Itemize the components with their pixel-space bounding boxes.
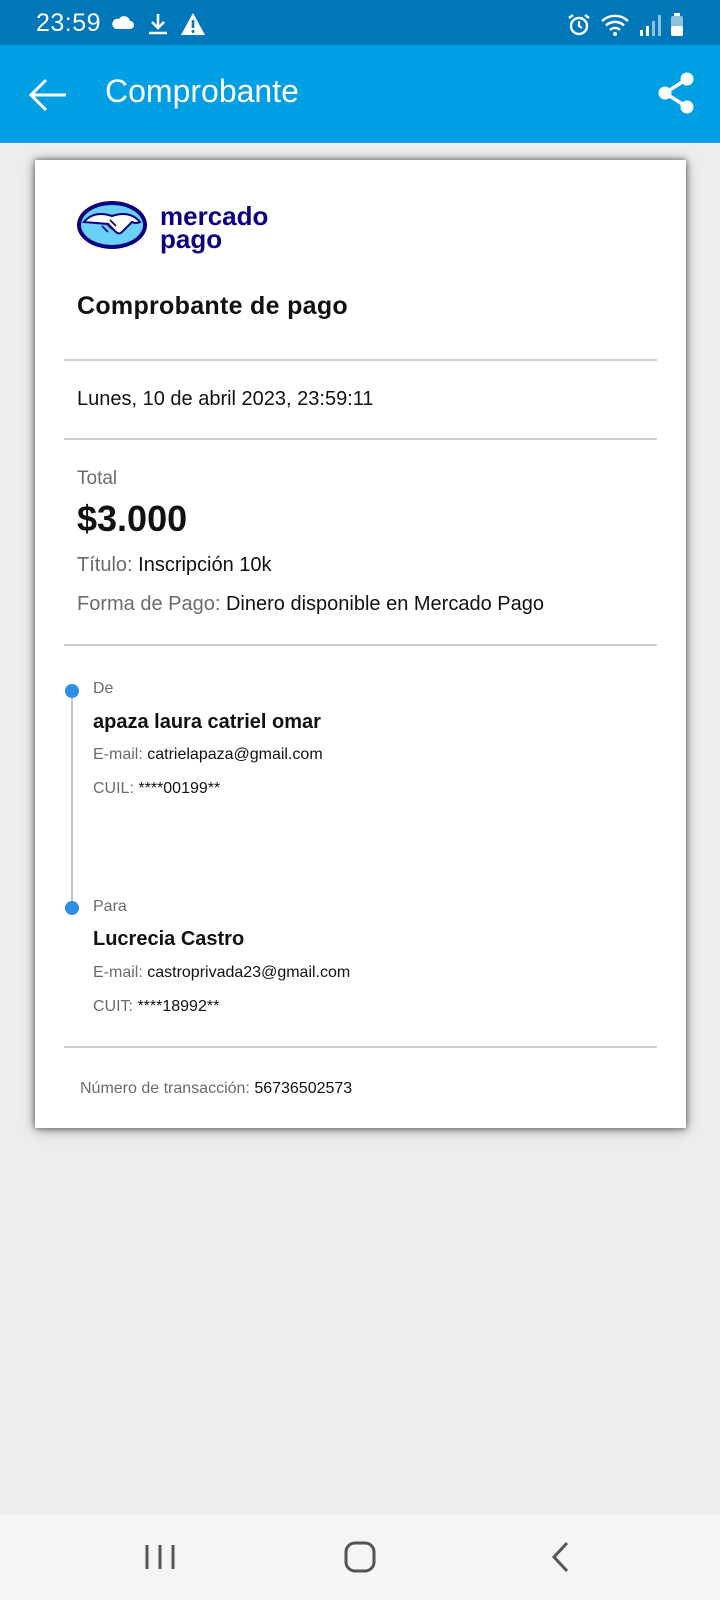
transaction-label: Número de transacción: bbox=[80, 1080, 250, 1097]
divider bbox=[64, 438, 657, 440]
status-bar: 23:59 bbox=[0, 0, 720, 45]
status-time: 23:59 bbox=[36, 9, 102, 37]
divider bbox=[64, 359, 657, 361]
payment-date: Lunes, 10 de abril 2023, 23:59:11 bbox=[77, 388, 374, 410]
alarm-icon bbox=[568, 14, 590, 36]
forma-de-pago-row: Forma de Pago: Dinero disponible en Merc… bbox=[77, 593, 544, 616]
divider bbox=[64, 644, 657, 646]
wifi-icon bbox=[601, 14, 629, 36]
recent-apps-icon[interactable] bbox=[138, 1537, 182, 1577]
from-id-row: CUIL: ****00199** bbox=[93, 780, 220, 798]
cloud-icon bbox=[112, 16, 134, 29]
titulo-label: Título: bbox=[77, 554, 133, 576]
status-left-icons bbox=[110, 12, 206, 36]
home-icon[interactable] bbox=[338, 1537, 382, 1577]
from-name: apaza laura catriel omar bbox=[93, 711, 321, 733]
forma-de-pago-value: Dinero disponible en Mercado Pago bbox=[225, 593, 544, 615]
to-id-value: ****18992** bbox=[137, 998, 220, 1015]
to-id-row: CUIT: ****18992** bbox=[93, 998, 219, 1016]
forma-de-pago-label: Forma de Pago: bbox=[77, 593, 221, 615]
download-icon bbox=[149, 14, 167, 35]
to-id-label: CUIT: bbox=[93, 998, 133, 1015]
logo-text-line2: pago bbox=[160, 224, 222, 254]
from-role: De bbox=[93, 680, 114, 697]
titulo-value: Inscripción 10k bbox=[138, 554, 272, 576]
from-email-row: E-mail: catrielapaza@gmail.com bbox=[93, 746, 323, 764]
timeline-dot-from bbox=[65, 684, 79, 698]
back-icon[interactable] bbox=[540, 1537, 584, 1577]
timeline-dot-to bbox=[65, 901, 79, 915]
system-nav-bar bbox=[0, 1515, 720, 1600]
total-label: Total bbox=[77, 468, 118, 489]
receipt-card: mercado pago Comprobante de pago Lunes, … bbox=[35, 160, 686, 1128]
to-email-row: E-mail: castroprivada23@gmail.com bbox=[93, 964, 350, 982]
mercado-pago-logo: mercado pago bbox=[77, 201, 268, 254]
app-bar: Comprobante bbox=[0, 45, 720, 143]
to-role: Para bbox=[93, 898, 127, 915]
to-email: castroprivada23@gmail.com bbox=[147, 964, 351, 981]
total-amount: $3.000 bbox=[77, 498, 188, 539]
from-email-label: E-mail: bbox=[93, 746, 143, 763]
from-id-label: CUIL: bbox=[93, 780, 134, 797]
status-right-icons bbox=[567, 13, 684, 37]
back-arrow-icon[interactable] bbox=[26, 73, 70, 117]
divider bbox=[64, 1046, 657, 1048]
from-id-value: ****00199** bbox=[138, 780, 221, 797]
transaction-row: Número de transacción: 56736502573 bbox=[80, 1080, 352, 1098]
transaction-number: 56736502573 bbox=[254, 1080, 353, 1097]
titulo-row: Título: Inscripción 10k bbox=[77, 554, 272, 577]
share-icon[interactable] bbox=[656, 71, 696, 115]
receipt-title: Comprobante de pago bbox=[77, 292, 348, 320]
to-email-label: E-mail: bbox=[93, 964, 143, 981]
warning-icon bbox=[181, 13, 205, 35]
signal-icon bbox=[640, 15, 661, 36]
app-title: Comprobante bbox=[105, 73, 299, 109]
from-email: catrielapaza@gmail.com bbox=[147, 746, 323, 763]
battery-icon bbox=[671, 13, 683, 36]
to-name: Lucrecia Castro bbox=[93, 928, 245, 950]
timeline-line bbox=[71, 690, 73, 908]
